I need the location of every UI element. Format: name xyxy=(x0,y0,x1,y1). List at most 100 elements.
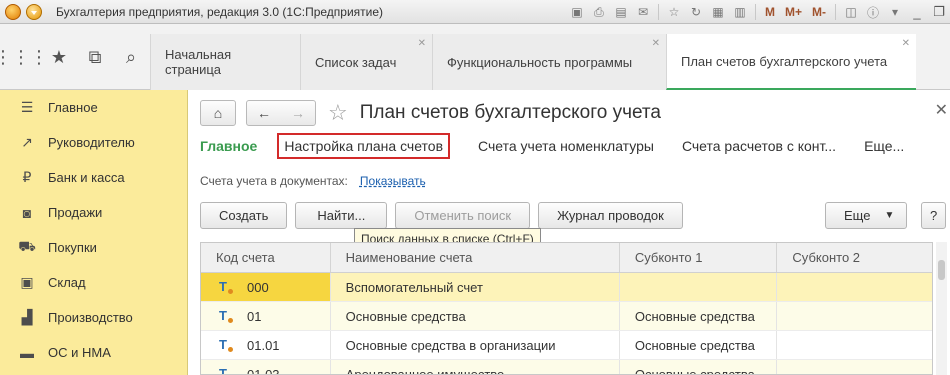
sections-bar: ⋮⋮⋮ ★ ⧉ ⌕ Начальная страница Список зада… xyxy=(0,24,950,90)
column-subconto1[interactable]: Субконто 1 xyxy=(620,243,778,272)
cell-subconto2 xyxy=(777,302,932,330)
memory-button[interactable]: M xyxy=(762,3,778,21)
main-menu-button[interactable] xyxy=(26,3,42,20)
home-icon[interactable]: ⌂ xyxy=(200,100,236,126)
memory-minus-button[interactable]: M- xyxy=(809,3,829,21)
accounts-table: Код счета Наименование счета Субконто 1 … xyxy=(200,242,933,375)
column-subconto2[interactable]: Субконто 2 xyxy=(777,243,932,272)
subtab-more[interactable]: Еще... xyxy=(864,138,904,154)
sidebar-item-sales[interactable]: ◙ Продажи xyxy=(0,195,187,230)
favorites-icon[interactable]: ☆ xyxy=(665,3,683,21)
cell-subconto2 xyxy=(777,360,932,374)
panel-icon[interactable]: ◫ xyxy=(842,3,860,21)
cell-name: Вспомогательный счет xyxy=(331,273,620,301)
command-bar: Создать Найти... Отменить поиск Журнал п… xyxy=(200,202,691,229)
building-icon: ▬ xyxy=(20,344,34,361)
subtab-chart-settings[interactable]: Настройка плана счетов xyxy=(277,133,451,159)
star-icon[interactable]: ★ xyxy=(46,44,72,70)
memory-plus-button[interactable]: M+ xyxy=(782,3,805,21)
subtab-main[interactable]: Главное xyxy=(200,138,257,154)
sidebar-item-manager[interactable]: ↗ Руководителю xyxy=(0,125,187,160)
back-forward-buttons[interactable]: ← → xyxy=(246,100,316,126)
cell-name: Основные средства xyxy=(331,302,620,330)
sidebar-item-label: Склад xyxy=(48,275,86,290)
preview-icon[interactable]: ▤ xyxy=(612,3,630,21)
account-icon: T xyxy=(219,279,235,295)
sidebar-item-label: Производство xyxy=(48,310,133,325)
cart-icon: ⛟ xyxy=(18,238,36,254)
table-row[interactable]: T 000 Вспомогательный счет xyxy=(201,273,932,302)
table-row[interactable]: T 01.03 Арендованное имущество Основные … xyxy=(201,360,932,374)
minimize-button[interactable]: _ xyxy=(906,3,928,21)
sidebar-item-bank[interactable]: ₽ Банк и касса xyxy=(0,160,187,195)
sidebar-item-fixed-assets[interactable]: ▬ ОС и НМА xyxy=(0,335,187,370)
history-icon[interactable]: ⧉ xyxy=(82,44,108,70)
chevron-down-icon: ▼ xyxy=(884,210,895,221)
cell-subconto2 xyxy=(777,331,932,359)
calendar-icon[interactable]: ▦ xyxy=(709,3,727,21)
tab-label: План счетов бухгалтерского учета xyxy=(681,53,888,69)
scroll-thumb[interactable] xyxy=(938,260,945,280)
title-toolbar: ▣ ⎙ ▤ ✉ ☆ ↻ ▦ ▥ M M+ M- ◫ ⓘ ▾ _ ❐ xyxy=(566,0,950,24)
journal-button[interactable]: Журнал проводок xyxy=(538,202,683,229)
sections-sidebar: ☰ Главное ↗ Руководителю ₽ Банк и касса … xyxy=(0,90,188,375)
sidebar-item-production[interactable]: ▟ Производство xyxy=(0,300,187,335)
window-title: Бухгалтерия предприятия, редакция 3.0 (1… xyxy=(56,4,384,19)
sidebar-item-label: Главное xyxy=(48,100,98,115)
tab-functionality[interactable]: Функциональность программы ✕ xyxy=(432,34,666,90)
favorite-star-icon[interactable]: ☆ xyxy=(328,100,348,126)
sidebar-item-label: Руководителю xyxy=(48,135,135,150)
table-row[interactable]: T 01.01 Основные средства в организации … xyxy=(201,331,932,360)
table-row[interactable]: T 01 Основные средства Основные средства xyxy=(201,302,932,331)
open-windows-tabs: Начальная страница Список задач ✕ Функци… xyxy=(150,34,916,90)
shopping-bag-icon: ◙ xyxy=(22,204,32,221)
close-icon[interactable]: ✕ xyxy=(652,38,660,49)
calculator-icon[interactable]: ▥ xyxy=(731,3,749,21)
column-code[interactable]: Код счета xyxy=(201,243,331,272)
find-button[interactable]: Найти... xyxy=(295,202,388,229)
close-form-icon[interactable]: ✕ xyxy=(935,100,948,120)
history-icon[interactable]: ↻ xyxy=(687,3,705,21)
arrow-left-icon[interactable]: ← xyxy=(257,105,271,121)
sidebar-item-label: Продажи xyxy=(48,205,103,220)
restore-button[interactable]: ❐ xyxy=(928,3,950,21)
info-icon[interactable]: ⓘ xyxy=(864,3,882,21)
tab-home[interactable]: Начальная страница xyxy=(150,34,300,90)
print-icon[interactable]: ⎙ xyxy=(590,3,608,21)
tab-label: Список задач xyxy=(315,54,397,70)
more-button[interactable]: Еще ▼ xyxy=(825,202,908,229)
help-button[interactable]: ? xyxy=(921,202,947,229)
sidebar-item-label: Покупки xyxy=(48,240,97,255)
sidebar-item-main[interactable]: ☰ Главное xyxy=(0,90,187,125)
save-icon[interactable]: ▣ xyxy=(568,3,586,21)
form-subtabs: Главное Настройка плана счетов Счета уче… xyxy=(200,130,932,162)
column-name[interactable]: Наименование счета xyxy=(331,243,620,272)
mail-icon[interactable]: ✉ xyxy=(634,3,652,21)
show-accounts-link[interactable]: Показывать xyxy=(360,174,426,188)
tab-tasks[interactable]: Список задач ✕ xyxy=(300,34,432,90)
close-icon[interactable]: ✕ xyxy=(418,38,426,49)
account-icon: T xyxy=(219,366,235,374)
cell-code: 000 xyxy=(247,279,269,295)
sidebar-item-warehouse[interactable]: ▣ Склад xyxy=(0,265,187,300)
table-scrollbar[interactable] xyxy=(936,242,947,375)
all-functions-icon[interactable]: ⋮⋮⋮ xyxy=(0,44,48,70)
arrow-right-icon[interactable]: → xyxy=(291,105,305,121)
close-icon[interactable]: ✕ xyxy=(902,38,910,49)
more-label: Еще xyxy=(844,208,871,223)
chevron-down-icon[interactable]: ▾ xyxy=(886,3,904,21)
sidebar-item-label: Банк и касса xyxy=(48,170,125,185)
subtab-counterparty-accounts[interactable]: Счета расчетов с конт... xyxy=(682,138,836,154)
cell-subconto2 xyxy=(777,273,932,301)
cell-subconto1: Основные средства xyxy=(620,331,778,359)
sidebar-item-purchases[interactable]: ⛟ Покупки xyxy=(0,230,187,265)
cancel-search-button[interactable]: Отменить поиск xyxy=(395,202,531,229)
create-button[interactable]: Создать xyxy=(200,202,288,229)
subtab-item-accounts[interactable]: Счета учета номенклатуры xyxy=(478,138,654,154)
tab-chart-of-accounts[interactable]: План счетов бухгалтерского учета ✕ xyxy=(666,34,916,90)
search-icon[interactable]: ⌕ xyxy=(118,44,144,70)
cell-name: Арендованное имущество xyxy=(331,360,620,374)
cell-code: 01.01 xyxy=(247,337,280,353)
cell-subconto1 xyxy=(620,273,778,301)
page-title: План счетов бухгалтерского учета xyxy=(359,102,661,123)
